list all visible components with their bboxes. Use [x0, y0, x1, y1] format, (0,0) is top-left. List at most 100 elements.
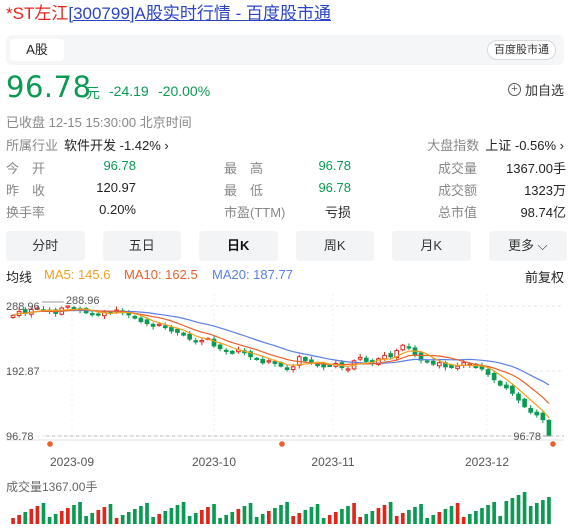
candle-body: [175, 328, 180, 333]
candle-body: [150, 323, 156, 327]
volume-bar: [285, 502, 289, 524]
tab-weekly-k[interactable]: 周K: [295, 231, 374, 261]
volume-bar: [437, 512, 442, 524]
volume-bar: [59, 511, 64, 524]
tab-a-share[interactable]: A股: [10, 39, 64, 61]
volume-bar: [175, 505, 180, 524]
volume-bar: [72, 505, 76, 524]
volume-bar: [187, 516, 192, 524]
stat-label: 最 低: [224, 183, 264, 198]
volume-bar: [358, 517, 362, 524]
adjust-mode-button[interactable]: 前复权: [525, 267, 564, 286]
candle-body: [528, 407, 534, 413]
volume-bar: [376, 508, 381, 524]
industry-value[interactable]: 软件开发 -1.42% ›: [64, 138, 169, 153]
ma20-line: [12, 309, 550, 386]
candle-body: [284, 367, 290, 371]
x-tick-label: 2023-11: [311, 455, 354, 469]
add-watch-label: 加自选: [524, 83, 564, 98]
y-tick-label: 288.96: [6, 301, 40, 313]
stats-row: 昨 收 120.97 最 低 96.78 成交额 1323万: [6, 180, 566, 202]
stock-title-link[interactable]: [300799]A股实时行情 - 百度股市通: [68, 4, 331, 23]
volume-bar: [248, 503, 253, 524]
tab-monthly-k[interactable]: 月K: [392, 231, 471, 261]
volume-bar: [364, 514, 369, 524]
candle-body: [315, 363, 320, 367]
candle-body: [217, 344, 223, 350]
volume-bar: [346, 506, 350, 524]
candle-body: [223, 349, 229, 352]
period-tabs: 分时 五日 日K 周K 月K 更多 ⌵: [6, 231, 567, 261]
candle-body: [491, 372, 497, 381]
market-index-info[interactable]: 大盘指数 上证 -0.56% ›: [427, 135, 564, 154]
volume-bar: [534, 503, 539, 524]
industry-info[interactable]: 所属行业 软件开发 -1.42% ›: [6, 135, 169, 154]
ma20-value: MA20: 187.77: [212, 267, 293, 282]
candle-body: [290, 366, 296, 371]
price-row: 96.78 元 -24.19 -20.00% + 加自选: [6, 70, 564, 106]
volume-bar: [498, 516, 503, 524]
volume-bar: [467, 514, 472, 524]
stat-value: 1367.00手: [506, 161, 566, 176]
candle-body: [455, 365, 460, 369]
candle-body: [95, 313, 101, 316]
candle-body: [540, 412, 546, 421]
source-badge[interactable]: 百度股市通: [487, 40, 556, 60]
volume-bar: [480, 508, 484, 524]
volume-bar: [315, 504, 320, 524]
stat-label: 今 开: [6, 161, 46, 176]
ma10-value: MA10: 162.5: [124, 267, 198, 282]
stat-value: 96.78: [103, 158, 136, 173]
price-change-pct: -20.00%: [158, 83, 211, 99]
volume-bar: [218, 518, 222, 524]
volume-bar: [443, 509, 448, 524]
candle-body: [272, 361, 278, 364]
tab-five-day[interactable]: 五日: [102, 231, 181, 261]
volume-bar: [139, 506, 143, 524]
volume-bar: [17, 515, 21, 524]
candle-body: [522, 398, 527, 408]
stock-name[interactable]: *ST左江: [6, 4, 68, 23]
x-tick-label: 2023-09: [50, 455, 94, 469]
volume-bar: [400, 513, 405, 524]
stat-value: 96.78: [318, 158, 351, 173]
candle-body: [430, 360, 436, 365]
volume-bar: [486, 505, 490, 524]
stat-label: 成交量: [438, 161, 478, 176]
volume-bar: [266, 511, 271, 524]
volume-bar: [340, 509, 344, 524]
volume-bar: [29, 509, 34, 524]
volume-bar: [388, 502, 393, 524]
stat-label: 市盈(TTM): [224, 205, 286, 220]
volume-bar: [522, 492, 527, 524]
volume-bar: [200, 510, 204, 524]
price-change: -24.19: [109, 83, 149, 99]
stat-value: 1323万: [524, 183, 566, 198]
add-to-watchlist-button[interactable]: + 加自选: [507, 80, 564, 99]
volume-bar: [41, 503, 46, 524]
volume-bar: [370, 511, 375, 524]
volume-bar: [474, 511, 478, 524]
candle-body: [345, 368, 351, 371]
volume-bars: [11, 492, 551, 524]
candle-body: [388, 353, 393, 358]
candle-body: [534, 411, 540, 416]
volume-bar: [419, 504, 423, 524]
ma10-line: [12, 309, 550, 404]
tab-intraday[interactable]: 分时: [6, 231, 85, 261]
volume-bar: [230, 512, 235, 524]
index-value[interactable]: 上证 -0.56% ›: [485, 138, 564, 153]
volume-bar: [394, 516, 399, 524]
volume-bar: [492, 502, 496, 524]
volume-bar: [431, 515, 436, 524]
volume-bar: [254, 517, 259, 524]
candle-body: [424, 360, 430, 363]
candle-body: [363, 357, 369, 362]
tab-daily-k[interactable]: 日K: [199, 231, 278, 261]
volume-bar: [53, 514, 58, 524]
volume-bar: [23, 512, 28, 524]
tab-more[interactable]: 更多 ⌵: [488, 231, 567, 261]
page-title[interactable]: *ST左江[300799]A股实时行情 - 百度股市通: [6, 2, 331, 28]
y-tick-label: 192.87: [6, 366, 40, 378]
market-status: 已收盘 12-15 15:30:00 北京时间: [6, 115, 192, 130]
